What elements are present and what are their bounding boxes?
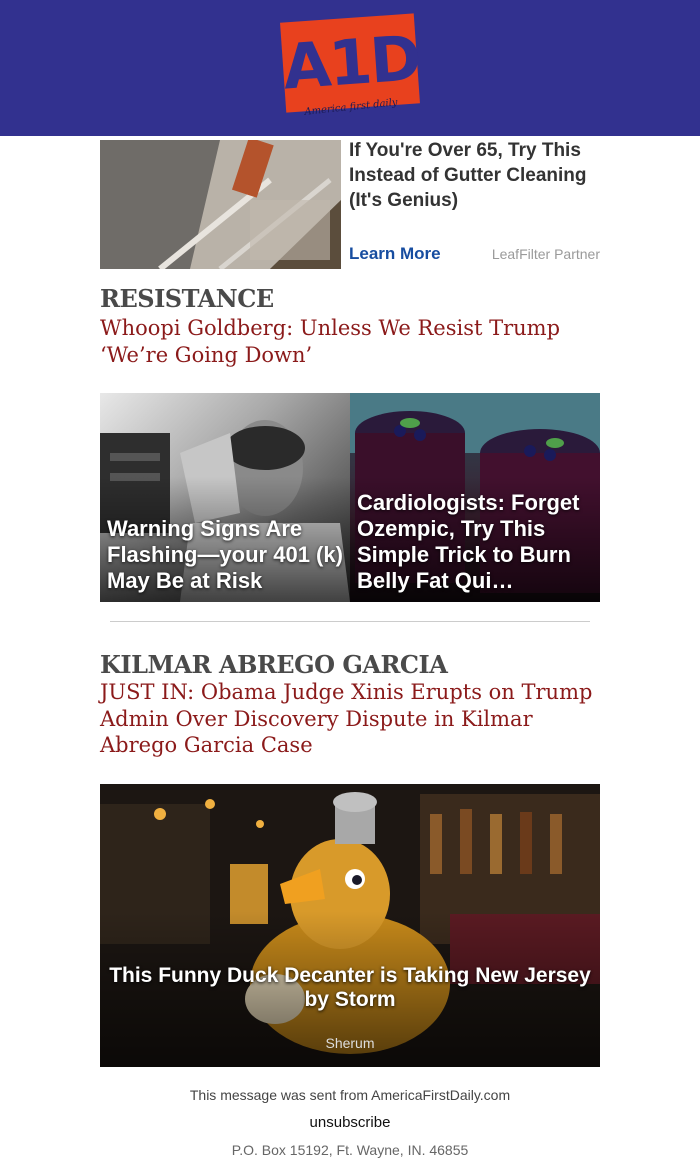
learn-more-link[interactable]: Learn More bbox=[349, 244, 441, 264]
email-header: A1D America first daily bbox=[0, 0, 700, 136]
tile-caption-cardiologists[interactable]: Cardiologists: Forget Ozempic, Try This … bbox=[357, 490, 594, 594]
promo-tile-cardiologists[interactable]: Cardiologists: Forget Ozempic, Try This … bbox=[350, 393, 600, 602]
headline-whoopi[interactable]: Whoopi Goldberg: Unless We Resist Trump … bbox=[100, 315, 600, 368]
ad-sponsor: LeafFilter Partner bbox=[491, 246, 600, 262]
section-label-resistance: RESISTANCE bbox=[100, 284, 274, 313]
section-divider bbox=[110, 621, 590, 622]
big-tile-source: Sherum bbox=[325, 1035, 375, 1051]
a1d-logo[interactable]: A1D America first daily bbox=[280, 13, 422, 126]
logo-text: A1D bbox=[280, 21, 422, 104]
tile-caption-401k[interactable]: Warning Signs Are Flashing—your 401 (k) … bbox=[107, 516, 344, 594]
section-label-kilmar: KILMAR ABREGO GARCIA bbox=[100, 650, 448, 679]
promo-tile-401k[interactable]: Warning Signs Are Flashing—your 401 (k) … bbox=[100, 393, 350, 602]
footer-address: P.O. Box 15192, Ft. Wayne, IN. 46855 bbox=[231, 1142, 469, 1158]
big-tile-caption[interactable]: This Funny Duck Decanter is Taking New J… bbox=[100, 964, 600, 1012]
ad-headline[interactable]: If You're Over 65, Try This Instead of G… bbox=[349, 138, 600, 213]
gutter-ad-image[interactable] bbox=[100, 140, 341, 269]
sponsored-ad[interactable]: If You're Over 65, Try This Instead of G… bbox=[100, 140, 600, 270]
promo-tile-duck-decanter[interactable]: This Funny Duck Decanter is Taking New J… bbox=[100, 784, 600, 1067]
headline-xinis[interactable]: JUST IN: Obama Judge Xinis Erupts on Tru… bbox=[100, 679, 600, 759]
footer-sent-from: This message was sent from AmericaFirstD… bbox=[189, 1087, 511, 1103]
gutter-photo-icon bbox=[100, 140, 341, 269]
unsubscribe-link[interactable]: unsubscribe bbox=[0, 1114, 700, 1131]
